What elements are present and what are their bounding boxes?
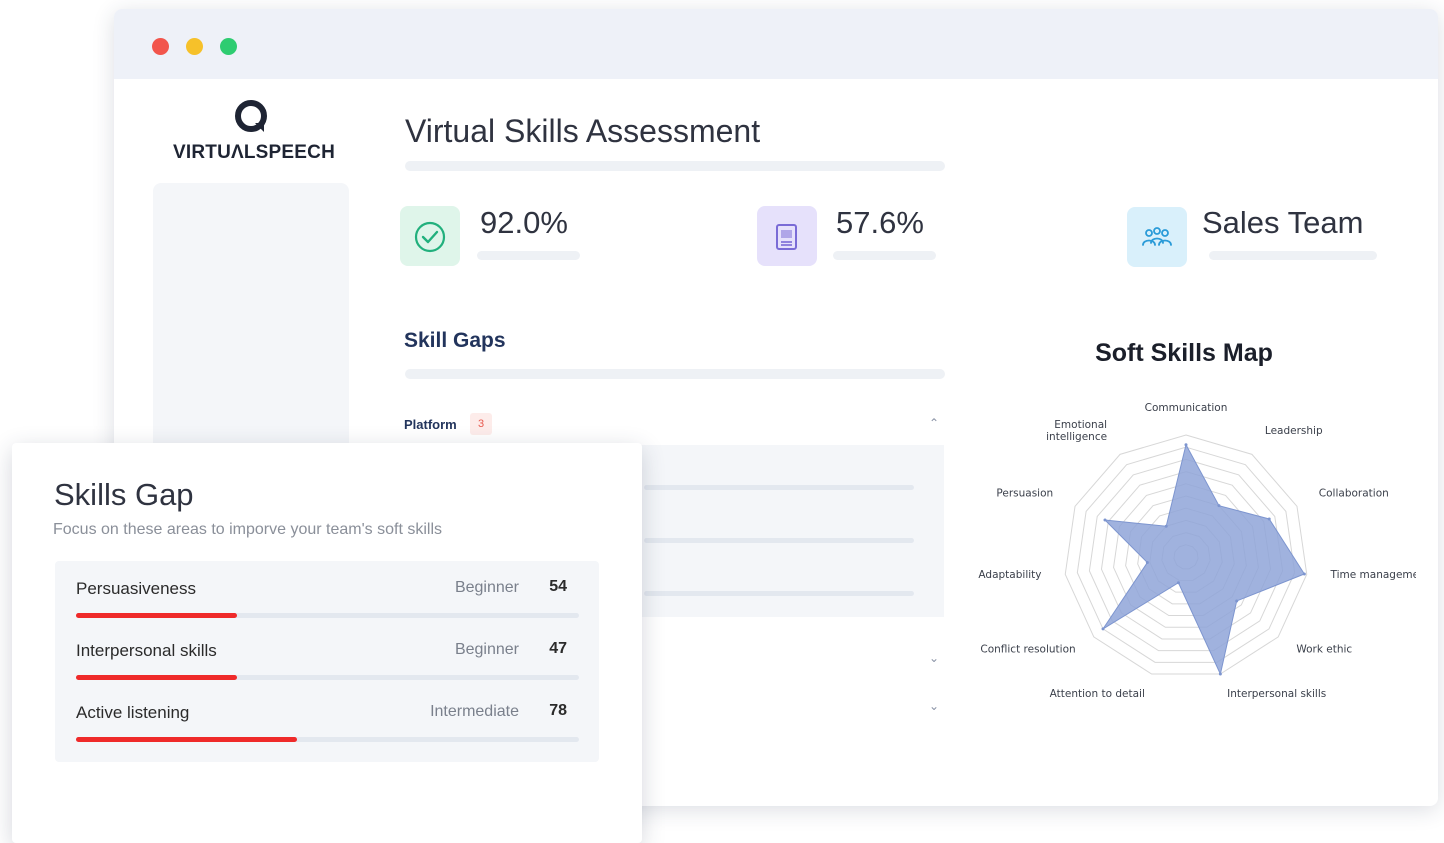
skill-score: 54 <box>549 578 567 595</box>
maximize-window-button[interactable] <box>220 38 237 55</box>
radar-axis-label-line: Persuasion <box>996 487 1053 499</box>
category-count-badge: 3 <box>470 413 492 435</box>
radar-data-point <box>1302 572 1306 576</box>
skill-level: Intermediate <box>430 703 519 720</box>
category-platform-label[interactable]: Platform <box>404 417 457 432</box>
radar-axis-label: Time management <box>1330 569 1416 581</box>
stat-team-box <box>1127 207 1187 267</box>
radar-axis-label: Emotional intelligence <box>1046 419 1107 443</box>
skills-gap-subtitle: Focus on these areas to imporve your tea… <box>53 521 442 538</box>
page-title: Virtual Skills Assessment <box>405 113 761 149</box>
title-bar <box>114 9 1438 79</box>
radar-data-point <box>1145 561 1149 565</box>
radar-axis-label-line: Adaptability <box>978 569 1041 581</box>
radar-data-point <box>1235 599 1239 603</box>
skill-gaps-heading: Skill Gaps <box>404 329 506 352</box>
radar-axis-label: Communication <box>1145 402 1228 414</box>
radar-axis-label-line: Time management <box>1330 569 1416 581</box>
skills-gap-card: Skills Gap Focus on these areas to impor… <box>12 443 642 843</box>
skill-score: 78 <box>549 702 567 719</box>
radar-data-point <box>1176 581 1180 585</box>
skill-name: Interpersonal skills <box>76 641 217 660</box>
radar-axis-label-line: Interpersonal skills <box>1227 688 1326 699</box>
radar-data-point <box>1101 627 1105 631</box>
skills-gap-title: Skills Gap <box>54 477 194 512</box>
skill-progress-track <box>76 737 579 742</box>
soft-skills-radar-chart: Communication Leadership Collaboration Time… <box>978 402 1416 699</box>
skills-gap-list: Persuasiveness Beginner 54 Interpersonal… <box>55 561 599 762</box>
radar-axis-label-line: Collaboration <box>1319 487 1389 499</box>
book-chart-icon <box>776 224 797 250</box>
skill-level: Beginner <box>454 641 519 658</box>
chevron-down-icon[interactable]: ⌄ <box>929 651 939 665</box>
skill-row: Interpersonal skills Beginner 47 <box>55 631 599 693</box>
placeholder-line <box>644 485 914 490</box>
skill-progress-track <box>76 613 579 618</box>
radar-axis-label-line: intelligence <box>1046 431 1107 443</box>
radar-axis-label: Interpersonal skills <box>1227 688 1326 699</box>
radar-axis-label: Collaboration <box>1319 487 1389 499</box>
chevron-down-icon[interactable]: ⌄ <box>929 699 939 713</box>
virtualspeech-logo-icon <box>235 100 267 132</box>
skill-score: 47 <box>549 640 567 657</box>
stat-team-bar <box>1209 251 1377 260</box>
skill-gaps-underline <box>405 369 945 379</box>
radar-axis-label-line: Work ethic <box>1296 644 1352 656</box>
radar-axis-label-line: Emotional <box>1054 419 1107 431</box>
check-circle-icon <box>414 221 446 253</box>
radar-axis-label: Conflict resolution <box>980 644 1075 656</box>
radar-axis-label: Leadership <box>1265 425 1323 437</box>
radar-data-point <box>1267 517 1271 521</box>
radar-axis-label-line: Leadership <box>1265 425 1323 437</box>
skill-name: Persuasiveness <box>76 579 197 598</box>
skill-row: Persuasiveness Beginner 54 <box>55 569 599 631</box>
radar-data-point <box>1103 518 1107 522</box>
radar-axis-label-line: Attention to detail <box>1050 688 1145 699</box>
close-window-button[interactable] <box>152 38 169 55</box>
sidebar <box>153 183 349 483</box>
skill-level: Beginner <box>454 579 519 596</box>
radar-axis-label: Attention to detail <box>1050 688 1145 699</box>
skill-progress-track <box>76 675 579 680</box>
skill-progress-fill <box>76 675 237 680</box>
minimize-window-button[interactable] <box>186 38 203 55</box>
skill-name: Active listening <box>76 703 190 722</box>
skill-progress-fill <box>76 613 237 618</box>
placeholder-line <box>644 538 914 543</box>
placeholder-line <box>644 591 914 596</box>
radar-data-point <box>1164 524 1168 528</box>
team-icon <box>1142 227 1172 246</box>
stat-score-box <box>400 206 460 266</box>
chart-title: Soft Skills Map <box>1095 339 1273 367</box>
radar-data-point <box>1217 504 1221 508</box>
stat-score-value: 92.0% <box>480 205 568 240</box>
stat-score-bar <box>477 251 580 260</box>
stat-completion-bar <box>833 251 936 260</box>
radar-axis-label: Persuasion <box>996 487 1053 499</box>
skill-progress-fill <box>76 737 298 742</box>
brand-name: VIRTUΛLSPEECH <box>172 142 335 163</box>
stat-completion-value: 57.6% <box>836 205 924 240</box>
radar-axis-label-line: Conflict resolution <box>980 644 1075 656</box>
radar-data-point <box>1218 672 1222 676</box>
radar-axis-label: Adaptability <box>978 569 1041 581</box>
stat-completion-box <box>757 206 817 266</box>
stat-team-value: Sales Team <box>1202 205 1364 240</box>
skill-row: Active listening Intermediate 78 <box>55 693 599 755</box>
radar-axis-label-line: Communication <box>1145 402 1228 414</box>
radar-data-point <box>1184 443 1188 447</box>
radar-axis-label: Work ethic <box>1296 644 1352 656</box>
title-underline <box>405 161 945 171</box>
chevron-up-icon[interactable]: ⌃ <box>929 416 939 430</box>
